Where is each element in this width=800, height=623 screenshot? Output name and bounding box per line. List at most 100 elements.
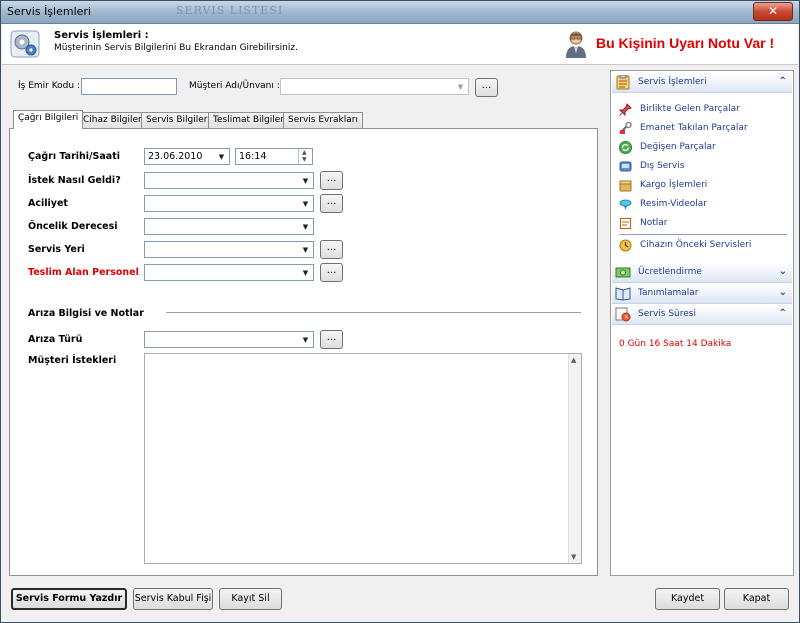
group-label: Tanımlamalar	[638, 288, 699, 298]
pin-icon	[619, 103, 632, 116]
receiver-staff-label: Teslim Alan Personel	[28, 267, 139, 278]
call-time-spinner[interactable]: 16:14 ▲ ▼	[235, 148, 313, 165]
request-source-label: İstek Nasıl Geldi?	[28, 175, 121, 186]
sidebar-item-changed-parts[interactable]: Değişen Parçalar	[619, 140, 789, 156]
sidebar-item-label: Emanet Takılan Parçalar	[640, 123, 748, 133]
sidebar-item-label: Dış Servis	[640, 161, 685, 171]
sidebar-item-external-service[interactable]: Dış Servis	[619, 159, 789, 175]
chevron-down-icon[interactable]: ▼	[298, 173, 313, 188]
chevron-down-icon[interactable]: ⌄	[779, 266, 787, 277]
gears-icon	[10, 30, 40, 58]
box-icon	[619, 180, 632, 192]
title-bar[interactable]: Servis İşlemleri SERVIS LISTESI ✕	[1, 1, 799, 24]
group-service-duration[interactable]: Servis Süresi ⌃	[612, 305, 792, 325]
chevron-down-icon[interactable]: ▼	[214, 149, 229, 164]
print-service-form-button[interactable]: Servis Formu Yazdır	[11, 588, 127, 610]
swap-icon	[619, 141, 632, 154]
customer-requests-textarea[interactable]: ▲ ▼	[144, 353, 582, 564]
sidebar-item-label: Cihazın Önceki Servisleri	[640, 240, 752, 250]
sidebar-item-notes[interactable]: Notlar	[619, 216, 789, 232]
service-duration-value: 0 Gün 16 Saat 14 Dakika	[619, 339, 732, 349]
group-pricing[interactable]: Ücretlendirme ⌄	[612, 263, 792, 283]
chevron-up-icon[interactable]: ⌃	[779, 76, 787, 87]
job-code-label: İş Emir Kodu :	[18, 81, 80, 91]
chevron-down-icon[interactable]: ▼	[298, 219, 313, 234]
fault-type-browse-button[interactable]: ...	[320, 330, 343, 349]
close-button[interactable]: Kapat	[724, 588, 789, 610]
chevron-down-icon[interactable]: ▼	[298, 196, 313, 211]
requests-scrollbar[interactable]: ▲ ▼	[568, 354, 581, 563]
chevron-down-icon[interactable]: ▼	[298, 332, 313, 347]
tab-device-info[interactable]: Cihaz Bilgileri	[78, 112, 150, 128]
group-label: Servis İşlemleri	[638, 77, 707, 87]
sidebar-item-loaner-parts[interactable]: Emanet Takılan Parçalar	[619, 121, 789, 137]
chevron-down-icon[interactable]: ⌄	[779, 287, 787, 298]
service-place-combo[interactable]: ▼	[144, 241, 314, 258]
chevron-down-icon[interactable]: ▼	[298, 242, 313, 257]
fault-type-label: Arıza Türü	[28, 334, 83, 345]
clock-icon	[615, 307, 631, 322]
service-window: Servis İşlemleri SERVIS LISTESI ✕ Servis…	[0, 0, 800, 623]
call-time-value: 16:14	[239, 151, 267, 162]
history-icon	[619, 239, 632, 252]
clipboard-icon	[616, 75, 630, 90]
customer-label: Müşteri Adı/Ünvanı :	[189, 81, 280, 91]
group-service-operations[interactable]: Servis İşlemleri ⌃	[612, 73, 792, 93]
customer-combo[interactable]: ▼	[280, 78, 469, 95]
tab-service-documents[interactable]: Servis Evrakları	[283, 112, 363, 128]
sidebar: Servis İşlemleri ⌃ Birlikte Gelen Parçal…	[610, 70, 794, 576]
window-title: Servis İşlemleri	[7, 5, 91, 18]
priority-label: Öncelik Derecesi	[28, 221, 118, 232]
tab-service-info[interactable]: Servis Bilgileri	[141, 112, 215, 128]
page-header: Servis İşlemleri : Müşterinin Servis Bil…	[2, 24, 798, 65]
sidebar-item-incoming-parts[interactable]: Birlikte Gelen Parçalar	[619, 102, 789, 118]
background-window-title: SERVIS LISTESI	[176, 4, 284, 17]
tab-call-info[interactable]: Çağrı Bilgileri	[13, 110, 84, 129]
person-warning-icon[interactable]	[562, 29, 590, 59]
sidebar-item-label: Kargo İşlemleri	[640, 180, 708, 190]
priority-combo[interactable]: ▼	[144, 218, 314, 235]
job-code-input[interactable]	[81, 78, 177, 95]
time-spin-buttons[interactable]: ▲ ▼	[298, 149, 312, 164]
service-receipt-button[interactable]: Servis Kabul Fişi	[133, 588, 213, 610]
sidebar-item-label: Değişen Parçalar	[640, 142, 716, 152]
call-date-picker[interactable]: 23.06.2010 ▼	[144, 148, 230, 165]
service-place-label: Servis Yeri	[28, 244, 85, 255]
chevron-down-icon[interactable]: ▼	[298, 265, 313, 280]
sidebar-item-device-history[interactable]: Cihazın Önceki Servisleri	[619, 238, 789, 254]
receiver-staff-browse-button[interactable]: ...	[320, 263, 343, 282]
fault-section-label: Arıza Bilgisi ve Notlar	[28, 308, 144, 319]
sidebar-item-label: Resim-Videolar	[640, 199, 707, 209]
group-label: Servis Süresi	[638, 309, 696, 319]
sidebar-item-label: Notlar	[640, 218, 668, 228]
service-place-browse-button[interactable]: ...	[320, 240, 343, 259]
sidebar-item-cargo-operations[interactable]: Kargo İşlemleri	[619, 178, 789, 194]
window-close-button[interactable]: ✕	[753, 2, 793, 21]
customer-browse-button[interactable]: ...	[475, 78, 498, 97]
section-divider	[166, 312, 581, 313]
delete-record-button[interactable]: Kayıt Sil	[219, 588, 282, 610]
urgency-combo[interactable]: ▼	[144, 195, 314, 212]
scroll-up-icon[interactable]: ▲	[571, 356, 576, 364]
page-subtitle: Müşterinin Servis Bilgilerini Bu Ekranda…	[54, 43, 298, 53]
truck-icon	[619, 161, 632, 172]
group-definitions[interactable]: Tanımlamalar ⌄	[612, 284, 792, 304]
save-button[interactable]: Kaydet	[655, 588, 720, 610]
scroll-down-icon[interactable]: ▼	[571, 553, 576, 561]
sidebar-item-images-videos[interactable]: Resim-Videolar	[619, 197, 789, 213]
call-date-value: 23.06.2010	[148, 151, 203, 162]
chevron-down-icon[interactable]: ▼	[453, 79, 468, 94]
sidebar-item-label: Birlikte Gelen Parçalar	[640, 104, 740, 114]
request-source-combo[interactable]: ▼	[144, 172, 314, 189]
receiver-staff-combo[interactable]: ▼	[144, 264, 314, 281]
book-icon	[615, 287, 631, 301]
tab-delivery-info[interactable]: Teslimat Bilgileri	[208, 112, 292, 128]
urgency-browse-button[interactable]: ...	[320, 194, 343, 213]
sidebar-divider	[619, 234, 787, 235]
customer-requests-label: Müşteri İstekleri	[28, 355, 117, 366]
warning-note-label[interactable]: Bu Kişinin Uyarı Notu Var !	[596, 35, 774, 51]
chevron-up-icon[interactable]: ⌃	[779, 308, 787, 319]
request-source-browse-button[interactable]: ...	[320, 171, 343, 190]
note-icon	[620, 218, 631, 229]
fault-type-combo[interactable]: ▼	[144, 331, 314, 348]
